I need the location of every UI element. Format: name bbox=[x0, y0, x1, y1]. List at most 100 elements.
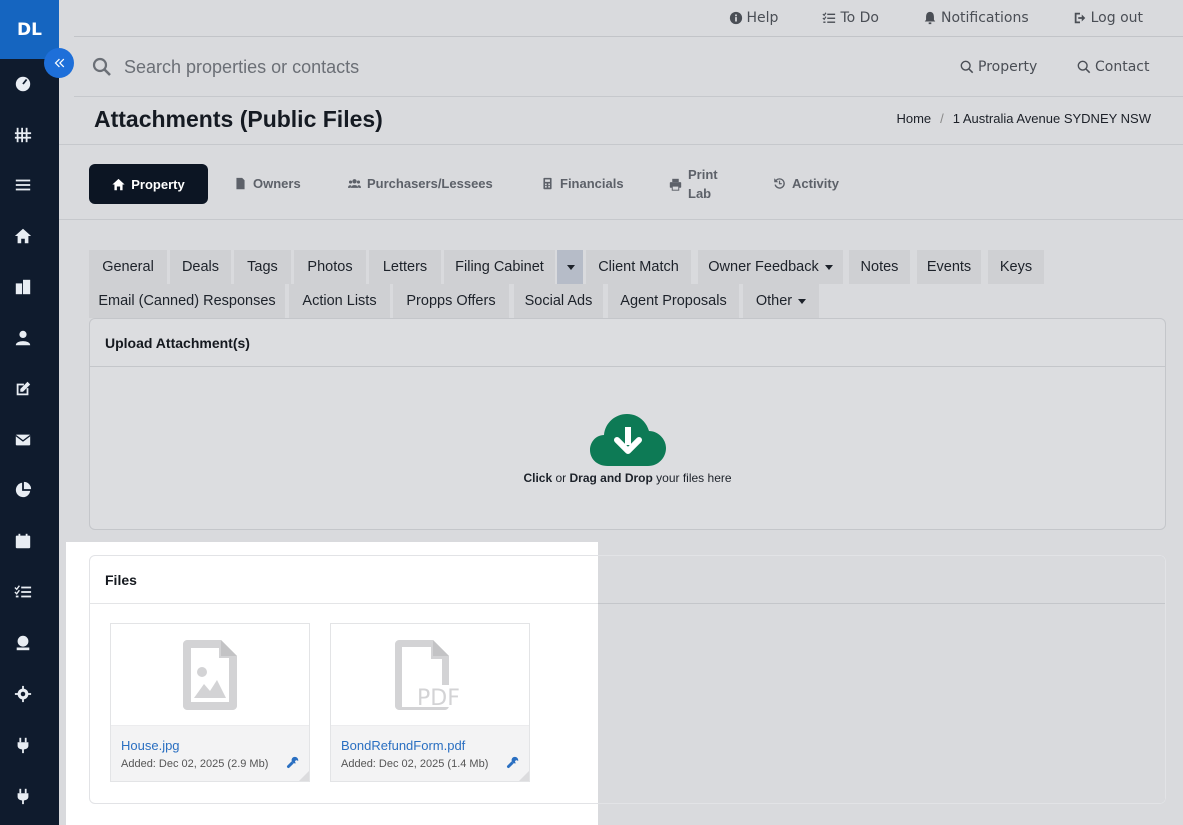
subtab-letters-label: Letters bbox=[382, 259, 428, 275]
tab-activity-label: Activity bbox=[792, 176, 839, 191]
tab-print-lab-line2: Lab bbox=[688, 186, 712, 201]
contact-search-label: Contact bbox=[1095, 59, 1150, 75]
logout-link[interactable]: Log out bbox=[1073, 10, 1143, 26]
files-panel-title: Files bbox=[89, 555, 598, 604]
tile-corner bbox=[519, 771, 529, 781]
wrench-icon[interactable] bbox=[286, 754, 299, 769]
pdf-file-icon: PDF bbox=[331, 624, 529, 725]
image-file-icon bbox=[111, 624, 309, 725]
subtab-social-ads-label: Social Ads bbox=[524, 293, 593, 309]
home-icon[interactable] bbox=[0, 218, 45, 254]
info-icon bbox=[729, 11, 742, 25]
contact-search-button[interactable]: Contact bbox=[1077, 59, 1149, 75]
upload-or-label: or bbox=[552, 471, 570, 485]
subtab-letters[interactable]: Letters bbox=[369, 250, 441, 284]
tab-financials[interactable]: Financials bbox=[541, 176, 624, 191]
tab-financials-label: Financials bbox=[560, 176, 624, 191]
person-icon[interactable] bbox=[0, 320, 45, 356]
collapse-sidebar-button[interactable] bbox=[44, 48, 74, 78]
wrench-icon[interactable] bbox=[506, 754, 519, 769]
printer-icon bbox=[669, 178, 682, 191]
gear-icon[interactable] bbox=[0, 676, 45, 712]
checklist-icon[interactable] bbox=[0, 574, 45, 610]
subtab-tags[interactable]: Tags bbox=[234, 250, 291, 284]
double-chevron-left-icon bbox=[54, 58, 65, 68]
help-link[interactable]: Help bbox=[729, 10, 778, 26]
caret-down-icon bbox=[824, 264, 833, 270]
mail-icon[interactable] bbox=[0, 422, 45, 458]
plug-icon[interactable] bbox=[0, 727, 45, 763]
breadcrumb-current: 1 Australia Avenue SYDNEY NSW bbox=[952, 111, 1151, 126]
search-input[interactable] bbox=[124, 53, 624, 81]
subtab-email-responses[interactable]: Email (Canned) Responses bbox=[89, 284, 285, 318]
history-icon bbox=[774, 178, 785, 189]
calendar-icon[interactable] bbox=[0, 523, 45, 559]
tab-purchasers[interactable]: Purchasers/Lessees bbox=[348, 176, 493, 191]
subtab-filing-cabinet-label: Filing Cabinet bbox=[455, 259, 544, 275]
file-tile[interactable]: House.jpg Added: Dec 02, 2025 (2.9 Mb) bbox=[110, 623, 310, 782]
edit-icon[interactable] bbox=[0, 371, 45, 407]
document-icon bbox=[236, 177, 245, 190]
subtab-keys[interactable]: Keys bbox=[988, 250, 1044, 284]
logout-icon bbox=[1074, 12, 1085, 24]
subtab-keys-label: Keys bbox=[999, 259, 1033, 275]
subtab-action-lists[interactable]: Action Lists bbox=[289, 284, 390, 318]
subtab-tags-label: Tags bbox=[247, 259, 278, 275]
file-name-link[interactable]: House.jpg bbox=[121, 738, 299, 753]
subtab-other[interactable]: Other bbox=[743, 284, 819, 318]
breadcrumb-home[interactable]: Home bbox=[896, 111, 931, 126]
subtab-notes-label: Notes bbox=[860, 259, 899, 275]
property-search-label: Property bbox=[978, 59, 1038, 75]
cloud-download-icon[interactable] bbox=[590, 413, 666, 467]
tab-property-label: Property bbox=[131, 176, 185, 192]
subtab-notes[interactable]: Notes bbox=[849, 250, 910, 284]
upload-drag-label: Drag and Drop bbox=[569, 471, 653, 485]
subtab-photos[interactable]: Photos bbox=[294, 250, 366, 284]
subtab-client-match[interactable]: Client Match bbox=[586, 250, 691, 284]
file-added-info: Added: Dec 02, 2025 (1.4 Mb) bbox=[341, 758, 489, 770]
file-tile[interactable]: PDF BondRefundForm.pdf Added: Dec 02, 20… bbox=[330, 623, 530, 782]
subtab-owner-feedback[interactable]: Owner Feedback bbox=[698, 250, 843, 284]
filing-cabinet-dropdown-button[interactable] bbox=[557, 250, 583, 284]
pie-chart-icon[interactable] bbox=[0, 472, 45, 508]
breadcrumb-separator: / bbox=[940, 111, 944, 126]
subtab-other-label: Other bbox=[755, 293, 793, 309]
pipeline-icon[interactable] bbox=[0, 117, 45, 153]
subtab-events[interactable]: Events bbox=[917, 250, 981, 284]
subtab-events-label: Events bbox=[926, 259, 972, 275]
tab-property[interactable]: Property bbox=[89, 164, 208, 204]
todo-label: To Do bbox=[840, 10, 879, 26]
subtab-agent-proposals[interactable]: Agent Proposals bbox=[608, 284, 739, 318]
subtab-social-ads[interactable]: Social Ads bbox=[514, 284, 603, 318]
property-search-button[interactable]: Property bbox=[960, 59, 1037, 75]
file-name-link[interactable]: BondRefundForm.pdf bbox=[341, 738, 519, 753]
search-icon bbox=[960, 60, 974, 74]
tab-owners[interactable]: Owners bbox=[234, 176, 301, 191]
subtab-deals[interactable]: Deals bbox=[170, 250, 231, 284]
logout-label: Log out bbox=[1090, 10, 1143, 26]
caret-down-icon bbox=[567, 264, 575, 270]
todo-link[interactable]: To Do bbox=[822, 10, 879, 26]
search-icon bbox=[92, 57, 112, 77]
tab-activity[interactable]: Activity bbox=[773, 176, 839, 191]
tab-print-lab[interactable]: Print Lab bbox=[669, 165, 718, 203]
plug-icon[interactable] bbox=[0, 778, 45, 814]
subtab-email-responses-label: Email (Canned) Responses bbox=[98, 293, 276, 309]
file-added-info: Added: Dec 02, 2025 (2.9 Mb) bbox=[121, 758, 269, 770]
dashboard-icon[interactable] bbox=[0, 66, 45, 102]
money-icon[interactable] bbox=[0, 625, 45, 661]
subtab-filing-cabinet[interactable]: Filing Cabinet bbox=[444, 250, 555, 284]
upload-instructions: Click or Drag and Drop your files here bbox=[90, 471, 1165, 485]
buildings-icon[interactable] bbox=[0, 269, 45, 305]
list-icon[interactable] bbox=[0, 167, 45, 203]
notifications-link[interactable]: Notifications bbox=[923, 10, 1029, 26]
upload-click-label[interactable]: Click bbox=[523, 471, 552, 485]
subtab-propps-offers[interactable]: Propps Offers bbox=[393, 284, 509, 318]
upload-panel: Upload Attachment(s) Click or Drag and D… bbox=[89, 318, 1166, 530]
search-icon bbox=[1077, 60, 1091, 74]
users-icon bbox=[348, 179, 361, 188]
subtab-general[interactable]: General bbox=[89, 250, 167, 284]
upload-panel-title: Upload Attachment(s) bbox=[90, 319, 1165, 367]
home-icon bbox=[112, 178, 125, 190]
checklist-icon bbox=[822, 12, 836, 23]
